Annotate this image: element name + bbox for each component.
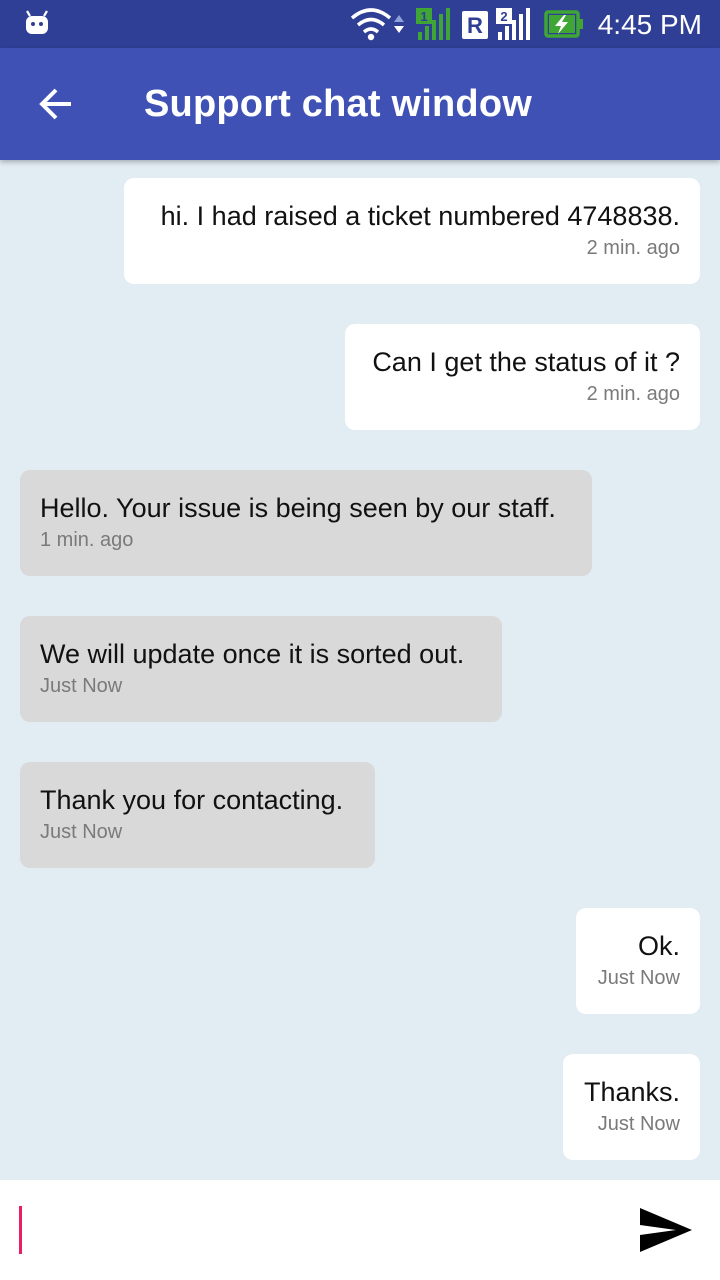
message-bubble-sent[interactable]: Thanks. Just Now: [563, 1054, 700, 1160]
text-cursor: [19, 1206, 22, 1254]
message-list[interactable]: hi. I had raised a ticket numbered 47488…: [0, 160, 720, 1180]
message-text: Hello. Your issue is being seen by our s…: [40, 493, 556, 523]
app-bar: Support chat window: [0, 48, 720, 160]
message-bubble-received[interactable]: Thank you for contacting. Just Now: [20, 762, 375, 868]
message-timestamp: 1 min. ago: [40, 529, 134, 551]
message-timestamp: Just Now: [597, 967, 680, 989]
data-arrows-icon: [394, 15, 404, 33]
sim1-signal-icon: 1: [416, 8, 450, 40]
sim2-label: 2: [500, 9, 507, 24]
wifi-icon: [350, 8, 392, 41]
message-timestamp: Just Now: [40, 675, 123, 697]
sim1-label: 1: [420, 9, 427, 24]
send-icon: [640, 1208, 692, 1252]
page-title: Support chat window: [144, 83, 532, 125]
message-text: Thank you for contacting.: [40, 785, 344, 815]
message-bubble-sent[interactable]: Can I get the status of it ? 2 min. ago: [345, 324, 700, 430]
message-text: Thanks.: [583, 1077, 680, 1107]
message-bubble-received[interactable]: We will update once it is sorted out. Ju…: [20, 616, 502, 722]
message-text: Ok.: [637, 931, 680, 961]
send-button[interactable]: [626, 1196, 706, 1264]
battery-charging-icon: [544, 10, 583, 38]
message-timestamp: Just Now: [40, 821, 123, 843]
roaming-r-icon: R: [462, 11, 488, 39]
message-timestamp: Just Now: [597, 1113, 680, 1135]
status-icons: 1 R 2: [350, 8, 583, 41]
sim2-signal-icon: 2: [496, 8, 530, 40]
status-time: 4:45 PM: [597, 9, 702, 40]
message-text: hi. I had raised a ticket numbered 47488…: [160, 201, 680, 231]
message-input[interactable]: [16, 1200, 600, 1264]
message-text: Can I get the status of it ?: [372, 347, 680, 377]
message-text: We will update once it is sorted out.: [40, 639, 465, 669]
roaming-label: R: [467, 13, 483, 38]
message-timestamp: 2 min. ago: [586, 383, 680, 405]
message-timestamp: 2 min. ago: [586, 237, 680, 259]
status-bar: 1 R 2 4:45 PM: [0, 0, 720, 48]
message-bubble-received[interactable]: Hello. Your issue is being seen by our s…: [20, 470, 592, 576]
message-composer: [0, 1180, 720, 1280]
message-bubble-sent[interactable]: hi. I had raised a ticket numbered 47488…: [124, 178, 700, 284]
android-icon: [26, 10, 48, 34]
back-button[interactable]: [20, 68, 92, 140]
arrow-back-icon: [39, 88, 71, 120]
message-bubble-sent[interactable]: Ok. Just Now: [576, 908, 700, 1014]
